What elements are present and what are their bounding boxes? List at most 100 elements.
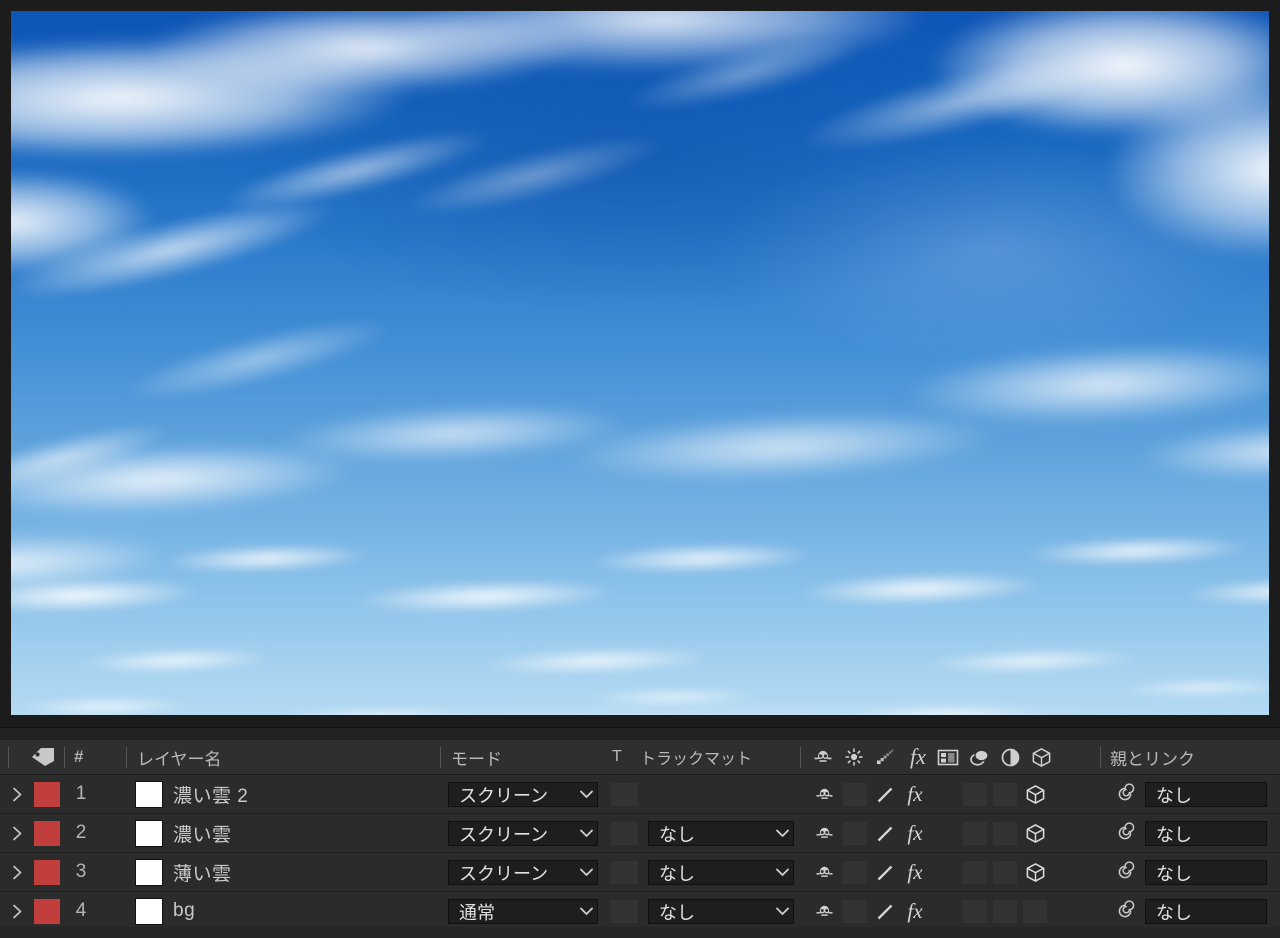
- layer-rows: 1 濃い雲 2 スクリーン fx なし 2 濃い雲 スクリーン: [0, 775, 1280, 931]
- layer-name[interactable]: 濃い雲 2: [173, 775, 248, 813]
- layer-label-color-swatch[interactable]: [34, 899, 60, 924]
- quality-sun-icon-glyph: [844, 747, 864, 767]
- parent-pickwhip-icon[interactable]: [1112, 814, 1138, 852]
- number-column-label: #: [74, 747, 83, 767]
- layer-label-color-swatch[interactable]: [34, 860, 60, 885]
- motion-blur-icon[interactable]: [874, 740, 898, 774]
- frame-blend-toggle[interactable]: [963, 861, 987, 884]
- parent-pickwhip-icon[interactable]: [1112, 853, 1138, 891]
- layer-label-color-swatch[interactable]: [34, 782, 60, 807]
- shy-toggle[interactable]: [812, 900, 836, 923]
- header-divider-5: [1100, 747, 1101, 768]
- layer-source-color-swatch[interactable]: [135, 781, 163, 808]
- frame-blend-toggle[interactable]: [963, 900, 987, 923]
- motion-blur-icon-glyph: [875, 747, 897, 767]
- motion-blur-toggle[interactable]: [873, 822, 897, 845]
- parent-dropdown[interactable]: なし: [1145, 821, 1267, 846]
- preserve-transparency-toggle[interactable]: [611, 861, 638, 884]
- collapse-transformations-toggle[interactable]: [993, 783, 1017, 806]
- mode-column-header[interactable]: モード: [451, 740, 502, 774]
- shy-icon[interactable]: [812, 740, 834, 774]
- collapse-transformations-toggle[interactable]: [993, 861, 1017, 884]
- effects-toggle[interactable]: fx: [903, 783, 927, 806]
- table-row[interactable]: 2 濃い雲 スクリーン なし fx なし: [0, 814, 1280, 853]
- shy-toggle[interactable]: [812, 822, 836, 845]
- layer-name-column-header[interactable]: レイヤー名: [137, 740, 222, 774]
- layer-mode-dropdown[interactable]: スクリーン: [448, 821, 598, 846]
- layer-mode-dropdown[interactable]: 通常: [448, 899, 598, 924]
- composition-preview-image[interactable]: [11, 11, 1269, 715]
- three-d-layer-icon[interactable]: [1029, 740, 1053, 774]
- frame-blend-icon-glyph: [937, 748, 959, 767]
- three-d-layer-toggle[interactable]: [1023, 861, 1047, 884]
- number-column-header[interactable]: #: [74, 740, 83, 774]
- tag-icon: [30, 747, 56, 767]
- layer-source-color-swatch[interactable]: [135, 859, 163, 886]
- motion-blur-toggle[interactable]: [873, 900, 897, 923]
- parent-dropdown[interactable]: なし: [1145, 782, 1267, 807]
- collapse-transformations-toggle[interactable]: [993, 900, 1017, 923]
- parent-dropdown[interactable]: なし: [1145, 899, 1267, 924]
- three-d-layer-icon-glyph: [1031, 747, 1052, 768]
- collapse-transformations-toggle[interactable]: [993, 822, 1017, 845]
- layer-disclosure-triangle[interactable]: [8, 775, 26, 813]
- motion-blur-toggle[interactable]: [873, 783, 897, 806]
- three-d-layer-toggle[interactable]: [1023, 783, 1047, 806]
- fx-icon[interactable]: fx: [905, 740, 931, 774]
- layer-mode-dropdown[interactable]: スクリーン: [448, 782, 598, 807]
- preserve-transparency-toggle[interactable]: [611, 822, 638, 845]
- quality-toggle[interactable]: [843, 900, 867, 923]
- quality-toggle[interactable]: [843, 861, 867, 884]
- frame-blend-icon[interactable]: [936, 740, 960, 774]
- frame-blend-toggle[interactable]: [963, 783, 987, 806]
- layer-name[interactable]: 濃い雲: [173, 814, 232, 852]
- track-matte-dropdown[interactable]: なし: [648, 899, 794, 924]
- track-matte-dropdown[interactable]: なし: [648, 821, 794, 846]
- track-matte-column-header[interactable]: トラックマット: [640, 740, 752, 774]
- chevron-down-icon: [575, 790, 597, 799]
- layer-disclosure-triangle[interactable]: [8, 814, 26, 852]
- parent-link-column-header[interactable]: 親とリンク: [1110, 740, 1195, 774]
- frame-blend-toggle[interactable]: [963, 822, 987, 845]
- label-column-header[interactable]: [30, 740, 56, 774]
- quality-sun-icon[interactable]: [843, 740, 865, 774]
- shy-toggle[interactable]: [812, 783, 836, 806]
- collapse-transformations-icon[interactable]: [967, 740, 993, 774]
- header-divider-3: [440, 747, 441, 768]
- timeline-column-header: # レイヤー名 モード T トラックマット: [0, 740, 1280, 775]
- layer-name[interactable]: 薄い雲: [173, 853, 232, 891]
- table-row[interactable]: 4 bg 通常 なし fx なし: [0, 892, 1280, 931]
- quality-toggle[interactable]: [843, 822, 867, 845]
- effects-toggle[interactable]: fx: [903, 822, 927, 845]
- t-column-header[interactable]: T: [612, 740, 622, 774]
- layer-disclosure-triangle[interactable]: [8, 892, 26, 930]
- layer-mode-value: スクリーン: [449, 782, 575, 808]
- parent-pickwhip-icon[interactable]: [1112, 775, 1138, 813]
- adjustment-layer-icon[interactable]: [998, 740, 1022, 774]
- parent-dropdown[interactable]: なし: [1145, 860, 1267, 885]
- app-window: # レイヤー名 モード T トラックマット: [0, 0, 1280, 938]
- effects-toggle[interactable]: fx: [903, 861, 927, 884]
- track-matte-dropdown[interactable]: なし: [648, 860, 794, 885]
- track-matte-value: なし: [649, 860, 771, 886]
- preserve-transparency-toggle[interactable]: [611, 900, 638, 923]
- motion-blur-toggle[interactable]: [873, 861, 897, 884]
- quality-toggle[interactable]: [843, 783, 867, 806]
- layer-mode-dropdown[interactable]: スクリーン: [448, 860, 598, 885]
- layer-source-color-swatch[interactable]: [135, 820, 163, 847]
- timeline-panel[interactable]: # レイヤー名 モード T トラックマット: [0, 727, 1280, 938]
- layer-name[interactable]: bg: [173, 892, 195, 930]
- layer-disclosure-triangle[interactable]: [8, 853, 26, 891]
- shy-toggle[interactable]: [812, 861, 836, 884]
- table-row[interactable]: 3 薄い雲 スクリーン なし fx なし: [0, 853, 1280, 892]
- composition-viewer[interactable]: [0, 0, 1280, 727]
- parent-pickwhip-icon[interactable]: [1112, 892, 1138, 930]
- three-d-layer-toggle[interactable]: [1023, 900, 1047, 923]
- three-d-layer-toggle[interactable]: [1023, 822, 1047, 845]
- layer-source-color-swatch[interactable]: [135, 898, 163, 925]
- effects-toggle[interactable]: fx: [903, 900, 927, 923]
- table-row[interactable]: 1 濃い雲 2 スクリーン fx なし: [0, 775, 1280, 814]
- preserve-transparency-toggle[interactable]: [611, 783, 638, 806]
- layer-label-color-swatch[interactable]: [34, 821, 60, 846]
- layer-index: 2: [66, 814, 96, 852]
